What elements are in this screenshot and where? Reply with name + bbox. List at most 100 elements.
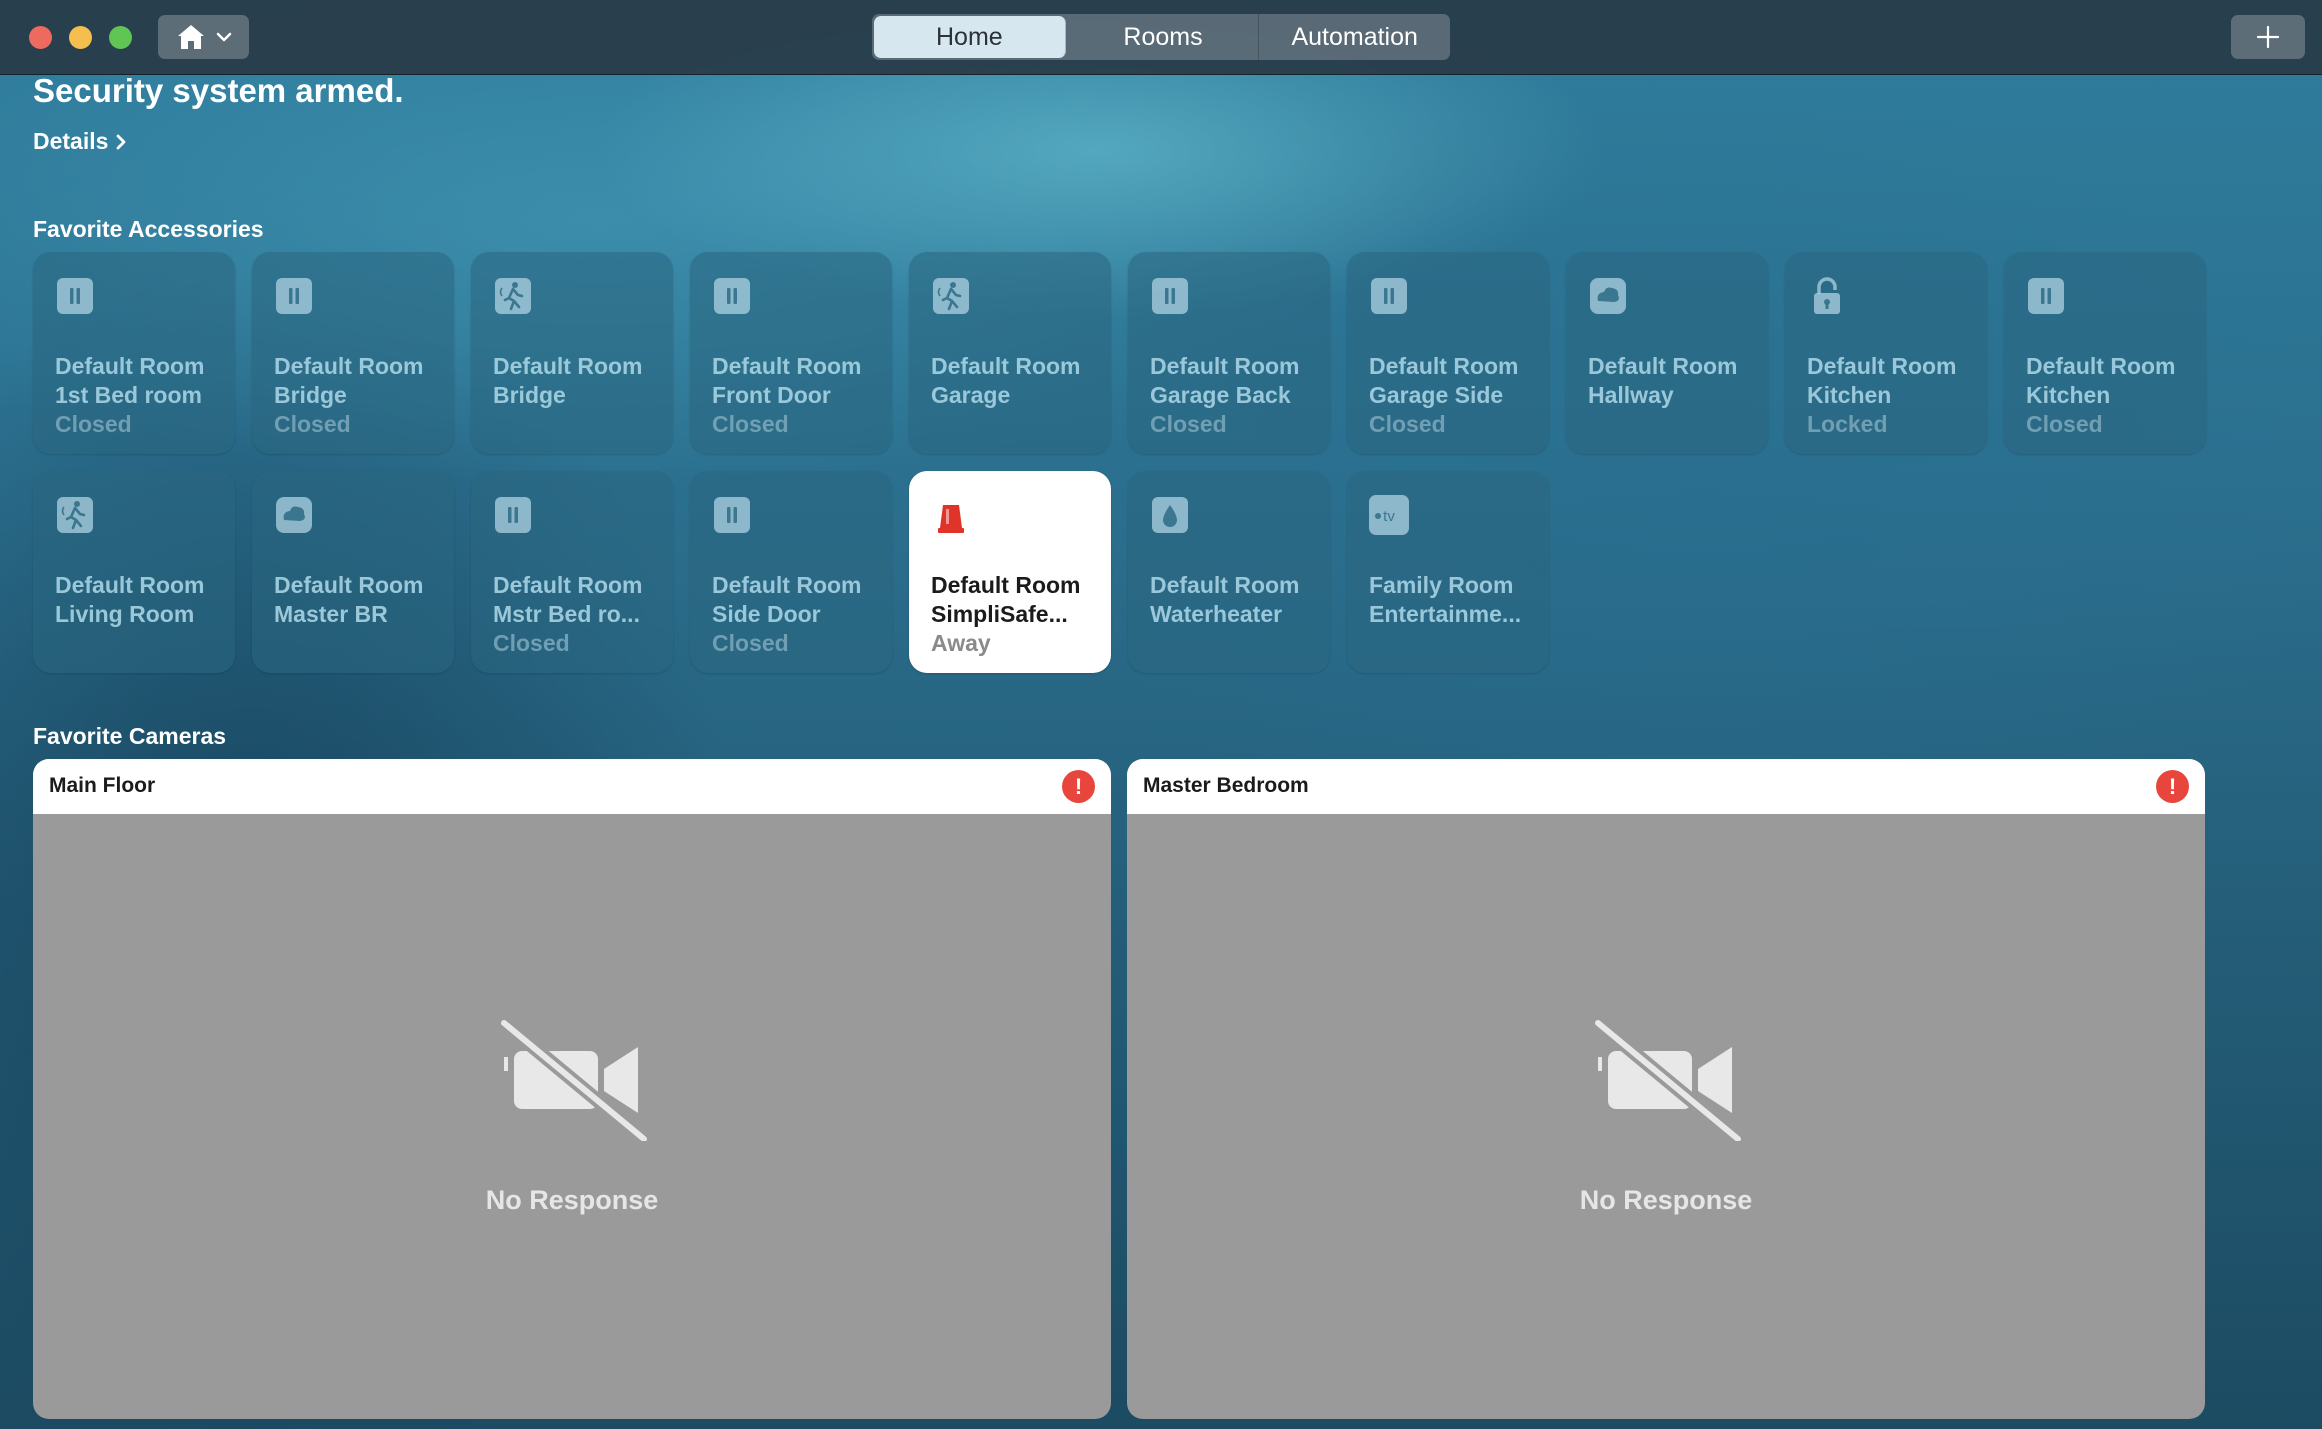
chevron-down-icon: [216, 32, 231, 42]
accessory-tile[interactable]: Default Room Bridge Closed: [252, 252, 454, 454]
accessory-status: Closed: [712, 630, 789, 656]
accessory-name: Living Room: [55, 601, 195, 627]
accessory-room: Default Room: [1150, 572, 1300, 598]
accessory-tile[interactable]: Default Room Waterheater: [1128, 471, 1330, 673]
accessory-label: Default Room Kitchen Locked: [1807, 352, 1975, 439]
accessory-tile[interactable]: Default Room Living Room: [33, 471, 235, 673]
camera-tile-main-floor[interactable]: Main Floor ! No Response: [33, 759, 1111, 1419]
plus-icon: [2256, 25, 2280, 49]
svg-text:tv: tv: [1383, 508, 1395, 525]
contact-sensor-icon: [1152, 278, 1188, 314]
accessory-tile[interactable]: Default Room Mstr Bed ro... Closed: [471, 471, 673, 673]
camera-name: Main Floor: [49, 774, 156, 797]
camera-off-icon: [499, 1017, 648, 1141]
accessory-tile[interactable]: Default Room Garage: [909, 252, 1111, 454]
accessory-tile[interactable]: Default Room SimpliSafe... Away: [909, 471, 1111, 673]
tab-home[interactable]: Home: [874, 16, 1066, 58]
accessory-room: Default Room: [1807, 353, 1957, 379]
motion-sensor-icon: [495, 278, 531, 314]
accessory-name: Entertainme...: [1369, 601, 1522, 627]
accessory-status: Closed: [1150, 411, 1227, 437]
alert-icon[interactable]: !: [2156, 770, 2189, 803]
accessory-tile[interactable]: Default Room Side Door Closed: [690, 471, 892, 673]
contact-sensor-icon: [1371, 278, 1407, 314]
accessory-label: Default Room Hallway: [1588, 352, 1756, 410]
accessory-name: Front Door: [712, 382, 831, 408]
accessory-name: Garage Back: [1150, 382, 1291, 408]
accessory-room: Family Room: [1369, 572, 1514, 598]
close-window-button[interactable]: [29, 26, 52, 49]
accessory-label: Default Room Side Door Closed: [712, 571, 880, 658]
contact-sensor-icon: [714, 278, 750, 314]
apple-tv-icon: tv: [1369, 495, 1409, 535]
contact-sensor-icon: [714, 497, 750, 533]
accessory-label: Family Room Entertainme...: [1369, 571, 1537, 629]
accessory-tile[interactable]: tv Family Room Entertainme...: [1347, 471, 1549, 673]
accessory-label: Default Room Bridge Closed: [274, 352, 442, 439]
tab-rooms[interactable]: Rooms: [1068, 14, 1260, 60]
alert-icon[interactable]: !: [1062, 770, 1095, 803]
add-button[interactable]: [2231, 15, 2305, 59]
camera-tile-master-bedroom[interactable]: Master Bedroom ! No Response: [1127, 759, 2205, 1419]
accessory-tile[interactable]: Default Room Bridge: [471, 252, 673, 454]
accessory-label: Default Room Master BR: [274, 571, 442, 629]
accessory-room: Default Room: [712, 572, 862, 598]
accessory-tile[interactable]: Default Room 1st Bed room Closed: [33, 252, 235, 454]
accessory-label: Default Room Living Room: [55, 571, 223, 629]
security-alarm-icon: [938, 505, 964, 533]
accessory-label: Default Room Kitchen Closed: [2026, 352, 2194, 439]
accessory-tile[interactable]: Default Room Garage Side Closed: [1347, 252, 1549, 454]
accessory-tile[interactable]: Default Room Kitchen Closed: [2004, 252, 2206, 454]
details-link[interactable]: Details: [33, 128, 127, 155]
camera-name: Master Bedroom: [1143, 774, 1309, 797]
accessory-label: Default Room Front Door Closed: [712, 352, 880, 439]
lock-icon: [1814, 277, 1840, 314]
accessory-name: Kitchen: [2026, 382, 2111, 408]
contact-sensor-icon: [57, 278, 93, 314]
tab-automation[interactable]: Automation: [1259, 14, 1450, 60]
accessory-label: Default Room Bridge: [493, 352, 661, 410]
accessory-tile[interactable]: Default Room Master BR: [252, 471, 454, 673]
contact-sensor-icon: [2028, 278, 2064, 314]
accessory-label: Default Room 1st Bed room Closed: [55, 352, 223, 439]
accessory-label: Default Room Waterheater: [1150, 571, 1318, 629]
accessory-status: Closed: [493, 630, 570, 656]
security-status-title: Security system armed.: [33, 72, 404, 109]
accessory-tile[interactable]: Default Room Hallway: [1566, 252, 1768, 454]
accessory-name: 1st Bed room: [55, 382, 202, 408]
accessory-room: Default Room: [55, 572, 205, 598]
accessory-name: Bridge: [493, 382, 566, 408]
accessory-name: Garage: [931, 382, 1011, 408]
smoke-sensor-icon: [1590, 278, 1626, 314]
minimize-window-button[interactable]: [69, 26, 92, 49]
contact-sensor-icon: [495, 497, 531, 533]
home-app-window: Home Rooms Automation Security system ar…: [0, 0, 2322, 1429]
accessory-status: Locked: [1807, 411, 1888, 437]
titlebar: Home Rooms Automation: [0, 0, 2322, 75]
camera-status-message: No Response: [1579, 1185, 1753, 1215]
accessory-status: Closed: [274, 411, 351, 437]
accessory-room: Default Room: [1369, 353, 1519, 379]
home-selector-button[interactable]: [158, 15, 249, 59]
camera-off-icon: [1593, 1017, 1742, 1141]
accessory-tile[interactable]: Default Room Kitchen Locked: [1785, 252, 1987, 454]
camera-header: Master Bedroom !: [1127, 759, 2205, 814]
accessory-tile[interactable]: Default Room Garage Back Closed: [1128, 252, 1330, 454]
camera-status-message: No Response: [485, 1185, 659, 1215]
accessory-room: Default Room: [2026, 353, 2176, 379]
accessory-tile[interactable]: Default Room Front Door Closed: [690, 252, 892, 454]
accessory-room: Default Room: [931, 353, 1081, 379]
accessory-name: Side Door: [712, 601, 821, 627]
motion-sensor-icon: [933, 278, 969, 314]
house-icon: [177, 25, 204, 49]
accessory-room: Default Room: [493, 353, 643, 379]
accessory-room: Default Room: [712, 353, 862, 379]
accessory-label: Default Room Mstr Bed ro... Closed: [493, 571, 661, 658]
contact-sensor-icon: [276, 278, 312, 314]
details-label: Details: [33, 128, 109, 154]
accessory-name: Bridge: [274, 382, 347, 408]
accessory-label: Default Room Garage Back Closed: [1150, 352, 1318, 439]
accessory-name: Master BR: [274, 601, 388, 627]
motion-sensor-icon: [57, 497, 93, 533]
zoom-window-button[interactable]: [109, 26, 132, 49]
